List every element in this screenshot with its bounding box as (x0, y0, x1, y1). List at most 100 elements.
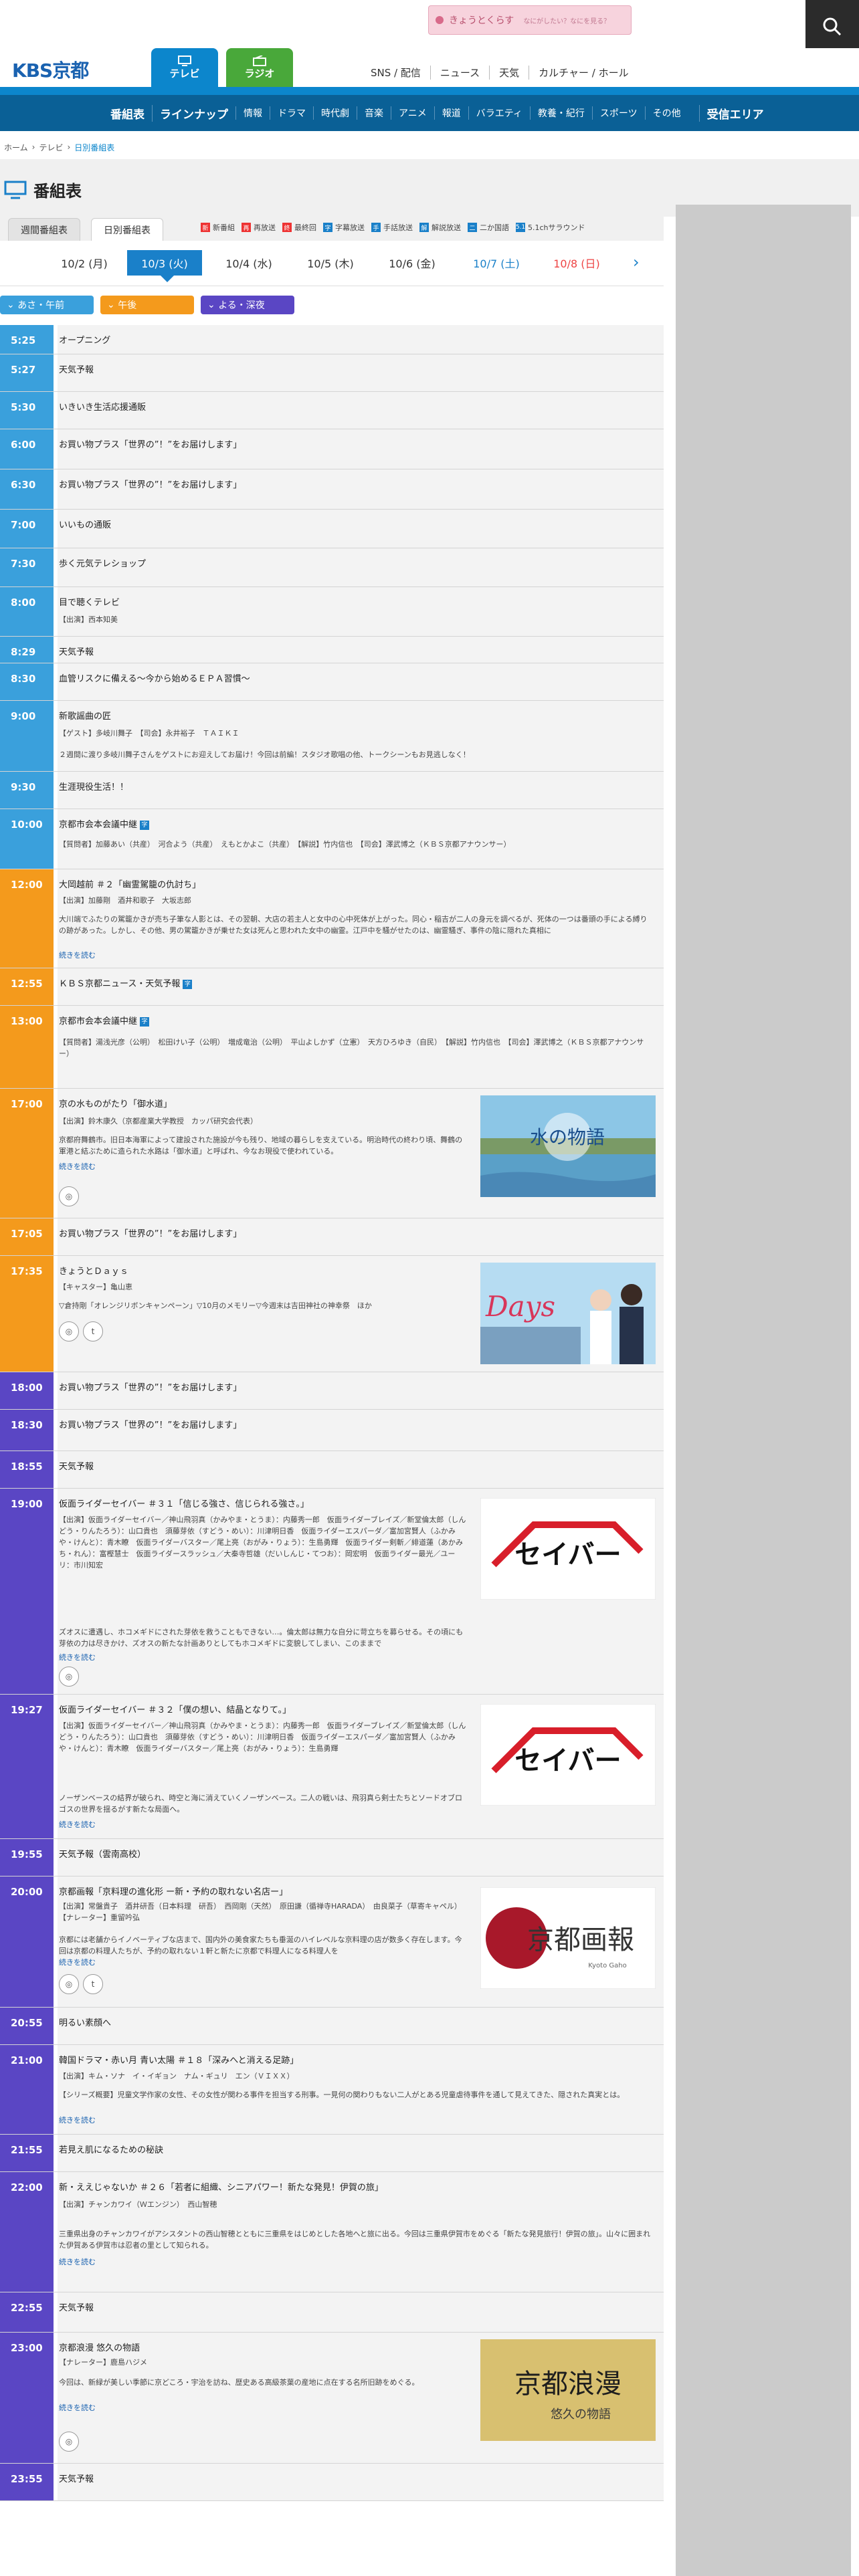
read-more-link[interactable]: 続きを読む (59, 2115, 96, 2125)
program-row[interactable]: 22:55 天気予報 (0, 2292, 664, 2333)
program-title[interactable]: 仮面ライダーセイバー ＃３２「僕の想い、結晶となりて。」 (59, 1703, 291, 1715)
program-title[interactable]: 生涯現役生活！！ (59, 780, 128, 792)
twitter-icon[interactable]: t (83, 1974, 103, 1994)
program-row[interactable]: 13:00 京都市会本会議中継字 【質問者】湯浅光彦（公明） 松田けい子（公明）… (0, 1006, 664, 1089)
program-row[interactable]: 17:00 京の水ものがたり「御水道」 【出演】鈴木康久（京都産業大学教授 カッ… (0, 1089, 664, 1218)
program-row[interactable]: 9:30 生涯現役生活！！ (0, 772, 664, 809)
program-row[interactable]: 23:55 天気予報 (0, 2464, 664, 2501)
program-row[interactable]: 17:05 お買い物プラス「世界の”！”をお届けします」 (0, 1218, 664, 1256)
program-title[interactable]: 新・ええじゃないか ＃２６「若者に組織、シニアパワー！新たな発見！伊賀の旅」 (59, 2180, 383, 2193)
program-row[interactable]: 19:00 仮面ライダーセイバー ＃３１「信じる強さ、信じられる強さ。」 【出演… (0, 1489, 664, 1695)
program-title[interactable]: 京都浪漫 悠久の物語 (59, 2341, 140, 2353)
program-title[interactable]: 天気予報 (59, 362, 94, 375)
nav-item-info[interactable]: 情報 (235, 106, 270, 120)
program-row[interactable]: 8:00 目で聴くテレビ 【出演】西本知美 (0, 587, 664, 637)
web-link-icon[interactable]: ◎ (59, 1974, 79, 1994)
date-item-saturday[interactable]: 10/7 (土) (459, 250, 534, 276)
date-item[interactable]: 10/4 (水) (211, 250, 286, 276)
web-link-icon[interactable]: ◎ (59, 2432, 79, 2452)
date-item-sunday[interactable]: 10/8 (日) (539, 250, 614, 276)
link-weather[interactable]: 天気 (489, 66, 529, 80)
site-logo[interactable]: KBS京都 (12, 56, 89, 83)
tab-weekly[interactable]: 週間番組表 (8, 218, 80, 241)
breadcrumb-tv[interactable]: テレビ (39, 142, 63, 153)
program-title[interactable]: 明るい素顔へ (59, 2016, 111, 2028)
program-title[interactable]: 新歌謡曲の匠 (59, 709, 111, 722)
kyoto-kurasu-banner[interactable]: きょうとくらす なにがしたい？なにを見る？ (428, 5, 632, 35)
nav-item-sports[interactable]: スポーツ (591, 106, 645, 120)
program-title[interactable]: お買い物プラス「世界の”！”をお届けします」 (59, 437, 242, 450)
program-row[interactable]: 7:30 歩く元気テレショップ (0, 548, 664, 587)
program-row[interactable]: 21:55 若見え肌になるための秘訣 (0, 2135, 664, 2172)
program-title[interactable]: 血管リスクに備える〜今から始めるＥＰＡ習慣〜 (59, 671, 250, 684)
program-thumbnail-mizu[interactable]: 水の物語 (480, 1095, 656, 1197)
web-link-icon[interactable]: ◎ (59, 1321, 79, 1341)
period-night-button[interactable]: ⌄ よる・深夜 (201, 296, 294, 314)
read-more-link[interactable]: 続きを読む (59, 950, 96, 960)
link-sns[interactable]: SNS / 配信 (361, 66, 430, 80)
program-title[interactable]: 京都画報「京料理の進化形 ー新・予約の取れない名店ー」 (59, 1885, 288, 1897)
nav-item-culture[interactable]: 教養・紀行 (529, 106, 592, 120)
program-title[interactable]: お買い物プラス「世界の”！”をお届けします」 (59, 1226, 242, 1239)
program-row[interactable]: 8:29 天気予報 (0, 637, 664, 663)
program-row[interactable]: 20:00 京都画報「京料理の進化形 ー新・予約の取れない名店ー」 【出演】常盤… (0, 1876, 664, 2008)
program-row[interactable]: 18:55 天気予報 (0, 1451, 664, 1489)
program-row[interactable]: 21:00 韓国ドラマ・赤い月 青い太陽 ＃１８「深みへと消える足跡」 【出演】… (0, 2045, 664, 2135)
program-title[interactable]: いいもの通販 (59, 518, 111, 530)
program-title[interactable]: オープニング (59, 333, 110, 346)
web-link-icon[interactable]: ◎ (59, 1186, 79, 1206)
date-item[interactable]: 10/2 (月) (47, 250, 122, 276)
program-title[interactable]: 天気予報 (59, 645, 94, 657)
program-row[interactable]: 9:00 新歌謡曲の匠 【ゲスト】多岐川舞子 【司会】永井裕子 ＴＡＩＫＩ ２週… (0, 701, 664, 772)
nav-item-music[interactable]: 音楽 (357, 106, 391, 120)
program-thumbnail-roman[interactable]: 京都浪漫 悠久の物語 (480, 2339, 656, 2441)
read-more-link[interactable]: 続きを読む (59, 2256, 96, 2267)
next-week-arrow-icon[interactable]: › (633, 253, 640, 272)
read-more-link[interactable]: 続きを読む (59, 1819, 96, 1830)
link-culture[interactable]: カルチャー / ホール (529, 66, 638, 80)
program-thumbnail-saber[interactable]: セイバー (480, 1704, 656, 1806)
search-button[interactable] (805, 0, 859, 53)
tv-tab[interactable]: テレビ (151, 48, 218, 87)
program-title[interactable]: 目で聴くテレビ (59, 595, 120, 608)
date-item-active[interactable]: 10/3 (火) (127, 250, 202, 276)
program-thumbnail-days[interactable]: Days (480, 1263, 656, 1364)
program-row[interactable]: 12:55 ＫＢＳ京都ニュース・天気予報字 (0, 968, 664, 1006)
program-row[interactable]: 10:00 京都市会本会議中継字 【質問者】加藤あい（共産） 河合よう（共産） … (0, 809, 664, 869)
date-item[interactable]: 10/5 (木) (293, 250, 368, 276)
nav-item-jidaigeki[interactable]: 時代劇 (313, 106, 357, 120)
web-link-icon[interactable]: ◎ (59, 1667, 79, 1687)
read-more-link[interactable]: 続きを読む (59, 1161, 96, 1172)
nav-item-schedule[interactable]: 番組表 (103, 105, 152, 122)
program-row[interactable]: 20:55 明るい素顔へ (0, 2008, 664, 2045)
program-row[interactable]: 6:30 お買い物プラス「世界の”！”をお届けします」 (0, 469, 664, 510)
program-title[interactable]: 京の水ものがたり「御水道」 (59, 1097, 172, 1109)
tab-daily[interactable]: 日別番組表 (91, 218, 163, 241)
read-more-link[interactable]: 続きを読む (59, 1652, 96, 1662)
program-row[interactable]: 12:00 大岡越前 ＃２「幽霊駕籠の仇討ち」 【出演】加藤剛 酒井和歌子 大坂… (0, 869, 664, 968)
program-row[interactable]: 5:30 いきいき生活応援通販 (0, 392, 664, 429)
period-morning-button[interactable]: ⌄ あさ・午前 (0, 296, 94, 314)
program-row[interactable]: 5:27 天気予報 (0, 354, 664, 392)
read-more-link[interactable]: 続きを読む (59, 2402, 96, 2413)
program-title[interactable]: 天気予報 (59, 2472, 94, 2484)
nav-item-area[interactable]: 受信エリア (698, 104, 771, 122)
breadcrumb-home[interactable]: ホーム (4, 142, 28, 153)
program-title[interactable]: お買い物プラス「世界の”！”をお届けします」 (59, 477, 242, 490)
program-row[interactable]: 19:55 天気予報（雲南高校） (0, 1839, 664, 1876)
nav-item-lineup[interactable]: ラインナップ (152, 104, 235, 122)
program-title[interactable]: ＫＢＳ京都ニュース・天気予報字 (59, 976, 193, 989)
program-thumbnail-saber[interactable]: セイバー (480, 1498, 656, 1600)
program-row[interactable]: 6:00 お買い物プラス「世界の”！”をお届けします」 (0, 429, 664, 469)
radio-tab[interactable]: ラジオ (226, 48, 293, 87)
program-title[interactable]: 仮面ライダーセイバー ＃３１「信じる強さ、信じられる強さ。」 (59, 1497, 309, 1509)
program-thumbnail-gaho[interactable]: 京都画報 Kyoto Gaho (480, 1887, 656, 1989)
program-row[interactable]: 8:30 血管リスクに備える〜今から始めるＥＰＡ習慣〜 (0, 663, 664, 701)
program-title[interactable]: きょうとＤａｙｓ (59, 1264, 128, 1277)
period-afternoon-button[interactable]: ⌄ 午後 (100, 296, 194, 314)
date-item[interactable]: 10/6 (金) (375, 250, 450, 276)
program-title[interactable]: 歩く元気テレショップ (59, 556, 146, 569)
program-title[interactable]: お買い物プラス「世界の”！”をお届けします」 (59, 1418, 242, 1430)
nav-item-report[interactable]: 報道 (434, 106, 468, 120)
nav-item-other[interactable]: その他 (644, 106, 688, 120)
